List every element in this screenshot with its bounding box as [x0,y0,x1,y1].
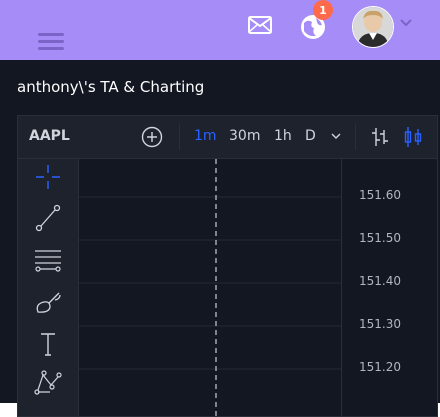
page-title: anthony\'s TA & Charting [17,78,205,96]
user-avatar[interactable] [352,6,394,48]
symbol-label[interactable]: AAPL [29,128,70,144]
price-scale[interactable]: 151.60 151.50 151.40 151.30 151.20 [341,159,437,416]
main-content: anthony\'s TA & Charting AAPL 1m 30m 1h … [0,60,440,417]
interval-D[interactable]: D [305,128,316,144]
chevron-down-icon[interactable] [331,132,341,140]
brush-icon[interactable] [32,287,64,317]
grid-lines [79,196,341,370]
drawing-toolbar [18,159,79,416]
add-compare-icon[interactable] [141,126,163,148]
price-tick-label: 151.50 [359,231,401,245]
chart-plot-area[interactable] [79,159,341,417]
interval-1m[interactable]: 1m [194,128,217,144]
price-tick-label: 151.30 [359,317,401,331]
pattern-icon[interactable] [32,367,64,397]
toolbar-divider [355,124,356,150]
chart-toolbar: AAPL 1m 30m 1h D [18,116,437,159]
chart-widget: AAPL 1m 30m 1h D 151.60 151.50 151.40 15… [17,115,438,417]
interval-1h[interactable]: 1h [274,128,292,144]
candles-chart-icon[interactable] [403,126,423,148]
text-icon[interactable] [32,329,64,359]
notification-badge: 1 [313,0,333,20]
chevron-down-icon[interactable] [400,18,412,28]
mail-icon[interactable] [248,15,272,35]
price-tick-label: 151.60 [359,188,401,202]
toolbar-divider [179,124,180,150]
hamburger-menu-icon[interactable] [38,33,64,51]
top-navigation-bar: 1 [0,0,440,60]
interval-30m[interactable]: 30m [229,128,260,144]
price-tick-label: 151.40 [359,274,401,288]
crosshair-icon[interactable] [32,162,64,192]
horizontal-lines-icon[interactable] [32,245,64,275]
trend-line-icon[interactable] [32,203,64,233]
bars-chart-icon[interactable] [370,126,390,148]
price-tick-label: 151.20 [359,360,401,374]
